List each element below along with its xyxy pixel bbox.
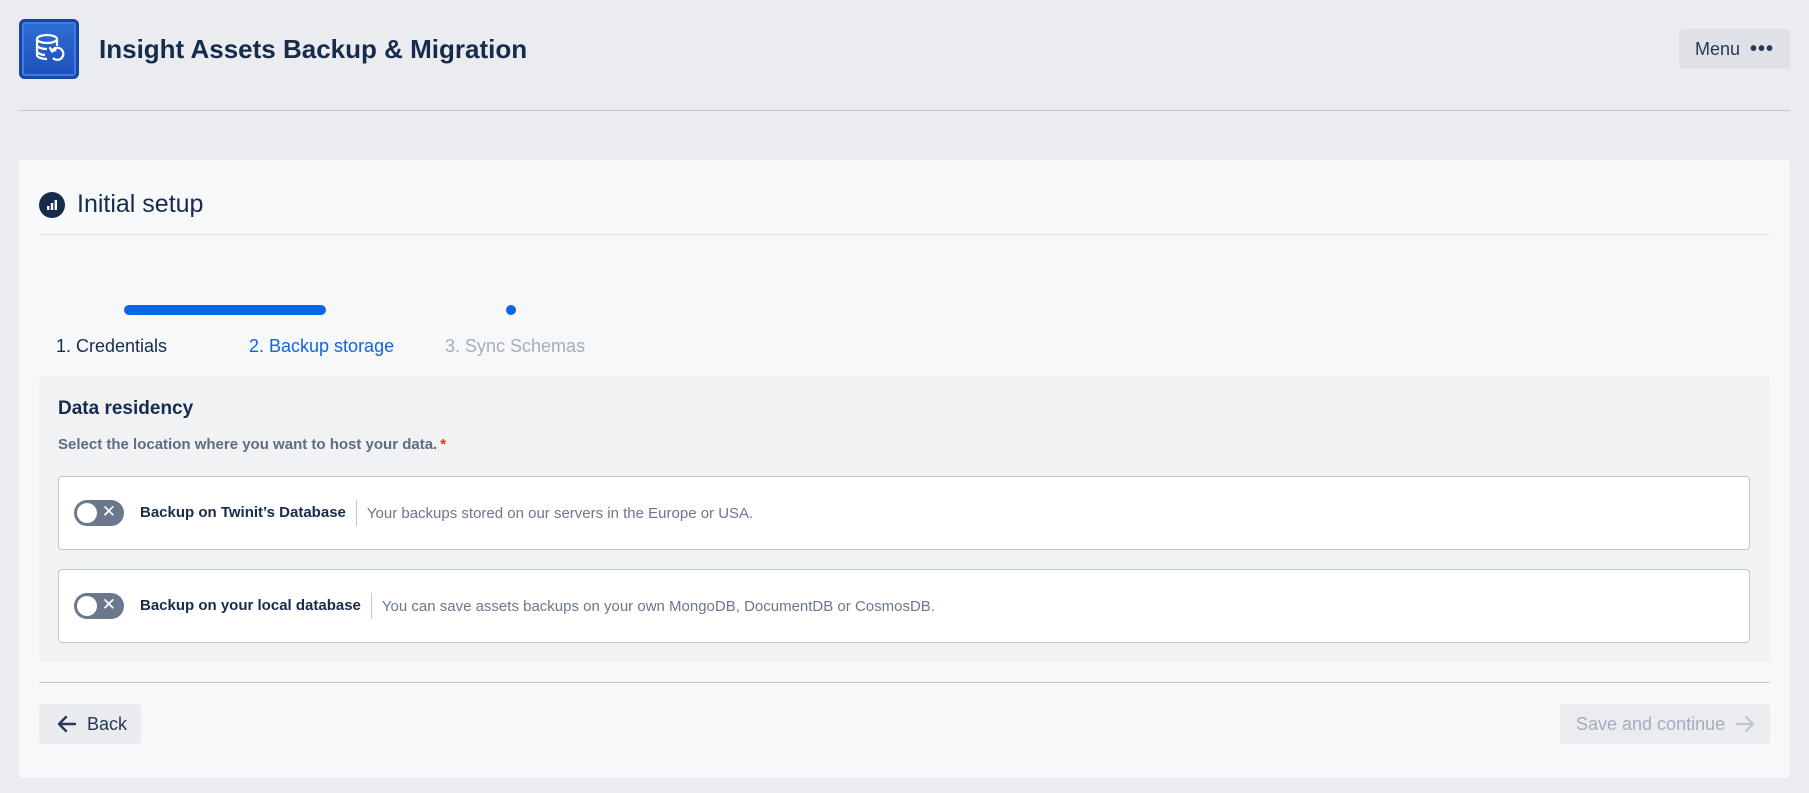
- arrow-right-icon: [1736, 715, 1755, 733]
- data-residency-panel: Data residency Select the location where…: [39, 376, 1770, 662]
- step-current-dot: [506, 305, 516, 315]
- arrow-left-icon: [57, 715, 77, 733]
- back-button[interactable]: Back: [39, 704, 141, 744]
- close-icon: ✕: [101, 502, 116, 521]
- app-header: Insight Assets Backup & Migration Menu •…: [19, 19, 1790, 79]
- setup-stepper: 1. Credentials 2. Backup storage 3. Sync…: [39, 300, 599, 356]
- step-backup-storage[interactable]: 2. Backup storage: [249, 336, 394, 357]
- app-title: Insight Assets Backup & Migration: [99, 33, 528, 64]
- toggle-knob: [77, 596, 97, 616]
- save-label: Save and continue: [1576, 713, 1726, 734]
- option-twinit-database[interactable]: ✕ Backup on Twinit’s Database Your backu…: [58, 476, 1750, 550]
- local-database-toggle[interactable]: ✕: [74, 593, 124, 619]
- card-header: Initial setup: [39, 190, 203, 219]
- footer-divider: [39, 682, 1770, 683]
- option-local-database[interactable]: ✕ Backup on your local database You can …: [58, 569, 1750, 643]
- chart-bars-icon: [39, 191, 65, 218]
- page-title: Initial setup: [77, 190, 204, 218]
- menu-label: Menu: [1694, 38, 1740, 59]
- menu-button[interactable]: Menu •••: [1678, 29, 1790, 69]
- step-credentials[interactable]: 1. Credentials: [56, 336, 167, 357]
- save-and-continue-button[interactable]: Save and continue: [1560, 704, 1770, 744]
- more-dots-icon: •••: [1749, 37, 1774, 60]
- step-progress-bar: [124, 305, 326, 315]
- close-icon: ✕: [101, 595, 116, 614]
- option-description: Your backups stored on our servers in th…: [366, 504, 754, 522]
- option-label: Backup on Twinit’s Database: [140, 500, 357, 526]
- data-residency-title: Data residency: [58, 398, 194, 419]
- card-divider: [39, 234, 1770, 235]
- required-asterisk: *: [440, 436, 447, 453]
- option-description: You can save assets backups on your own …: [381, 597, 935, 615]
- step-sync-schemas: 3. Sync Schemas: [445, 336, 586, 356]
- back-label: Back: [87, 713, 128, 734]
- app-logo-database-icon: [19, 19, 79, 79]
- setup-card: Initial setup 1. Credentials 2. Backup s…: [19, 160, 1790, 778]
- subtitle-text: Select the location where you want to ho…: [58, 436, 438, 453]
- data-residency-subtitle: Select the location where you want to ho…: [58, 436, 446, 453]
- brand: Insight Assets Backup & Migration: [19, 19, 527, 79]
- database-restore-icon: [35, 33, 65, 61]
- toggle-knob: [77, 503, 97, 523]
- twinit-database-toggle[interactable]: ✕: [74, 500, 124, 526]
- option-label: Backup on your local database: [140, 593, 372, 619]
- header-divider: [19, 110, 1790, 111]
